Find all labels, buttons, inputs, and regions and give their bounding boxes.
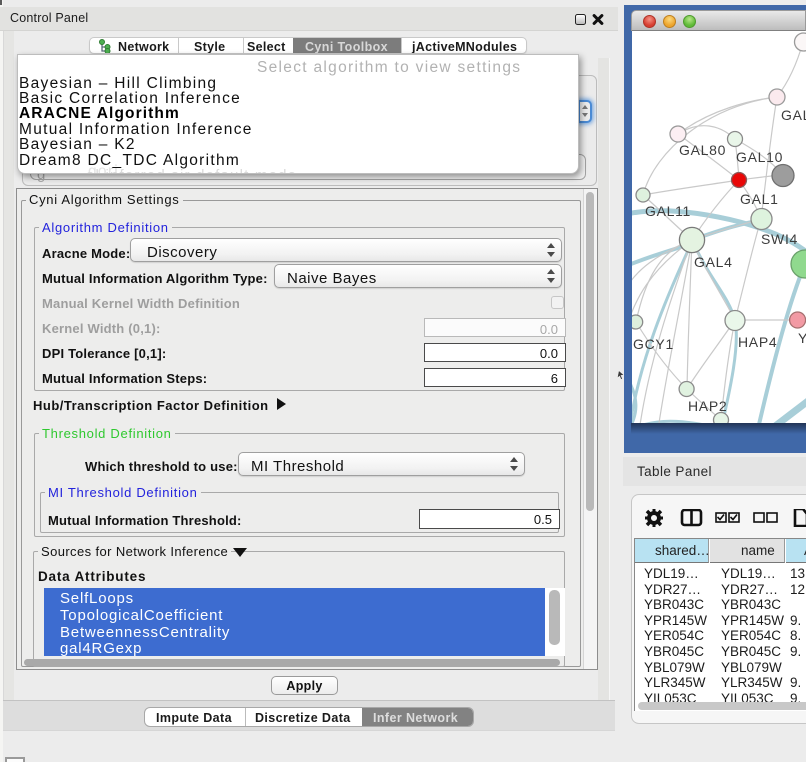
svg-text:GAL10: GAL10	[736, 149, 783, 165]
svg-text:Y: Y	[798, 330, 806, 346]
svg-text:GCY1: GCY1	[633, 336, 674, 352]
svg-text:GAL4: GAL4	[694, 254, 733, 270]
svg-text:GAL11: GAL11	[645, 203, 691, 219]
svg-text:HAP2: HAP2	[688, 398, 727, 414]
svg-text:GAL80: GAL80	[679, 142, 726, 158]
svg-text:HAP4: HAP4	[738, 334, 777, 350]
svg-text:GAL7: GAL7	[781, 107, 806, 123]
svg-text:SWI4: SWI4	[761, 231, 798, 247]
svg-text:GAL1: GAL1	[740, 191, 779, 207]
